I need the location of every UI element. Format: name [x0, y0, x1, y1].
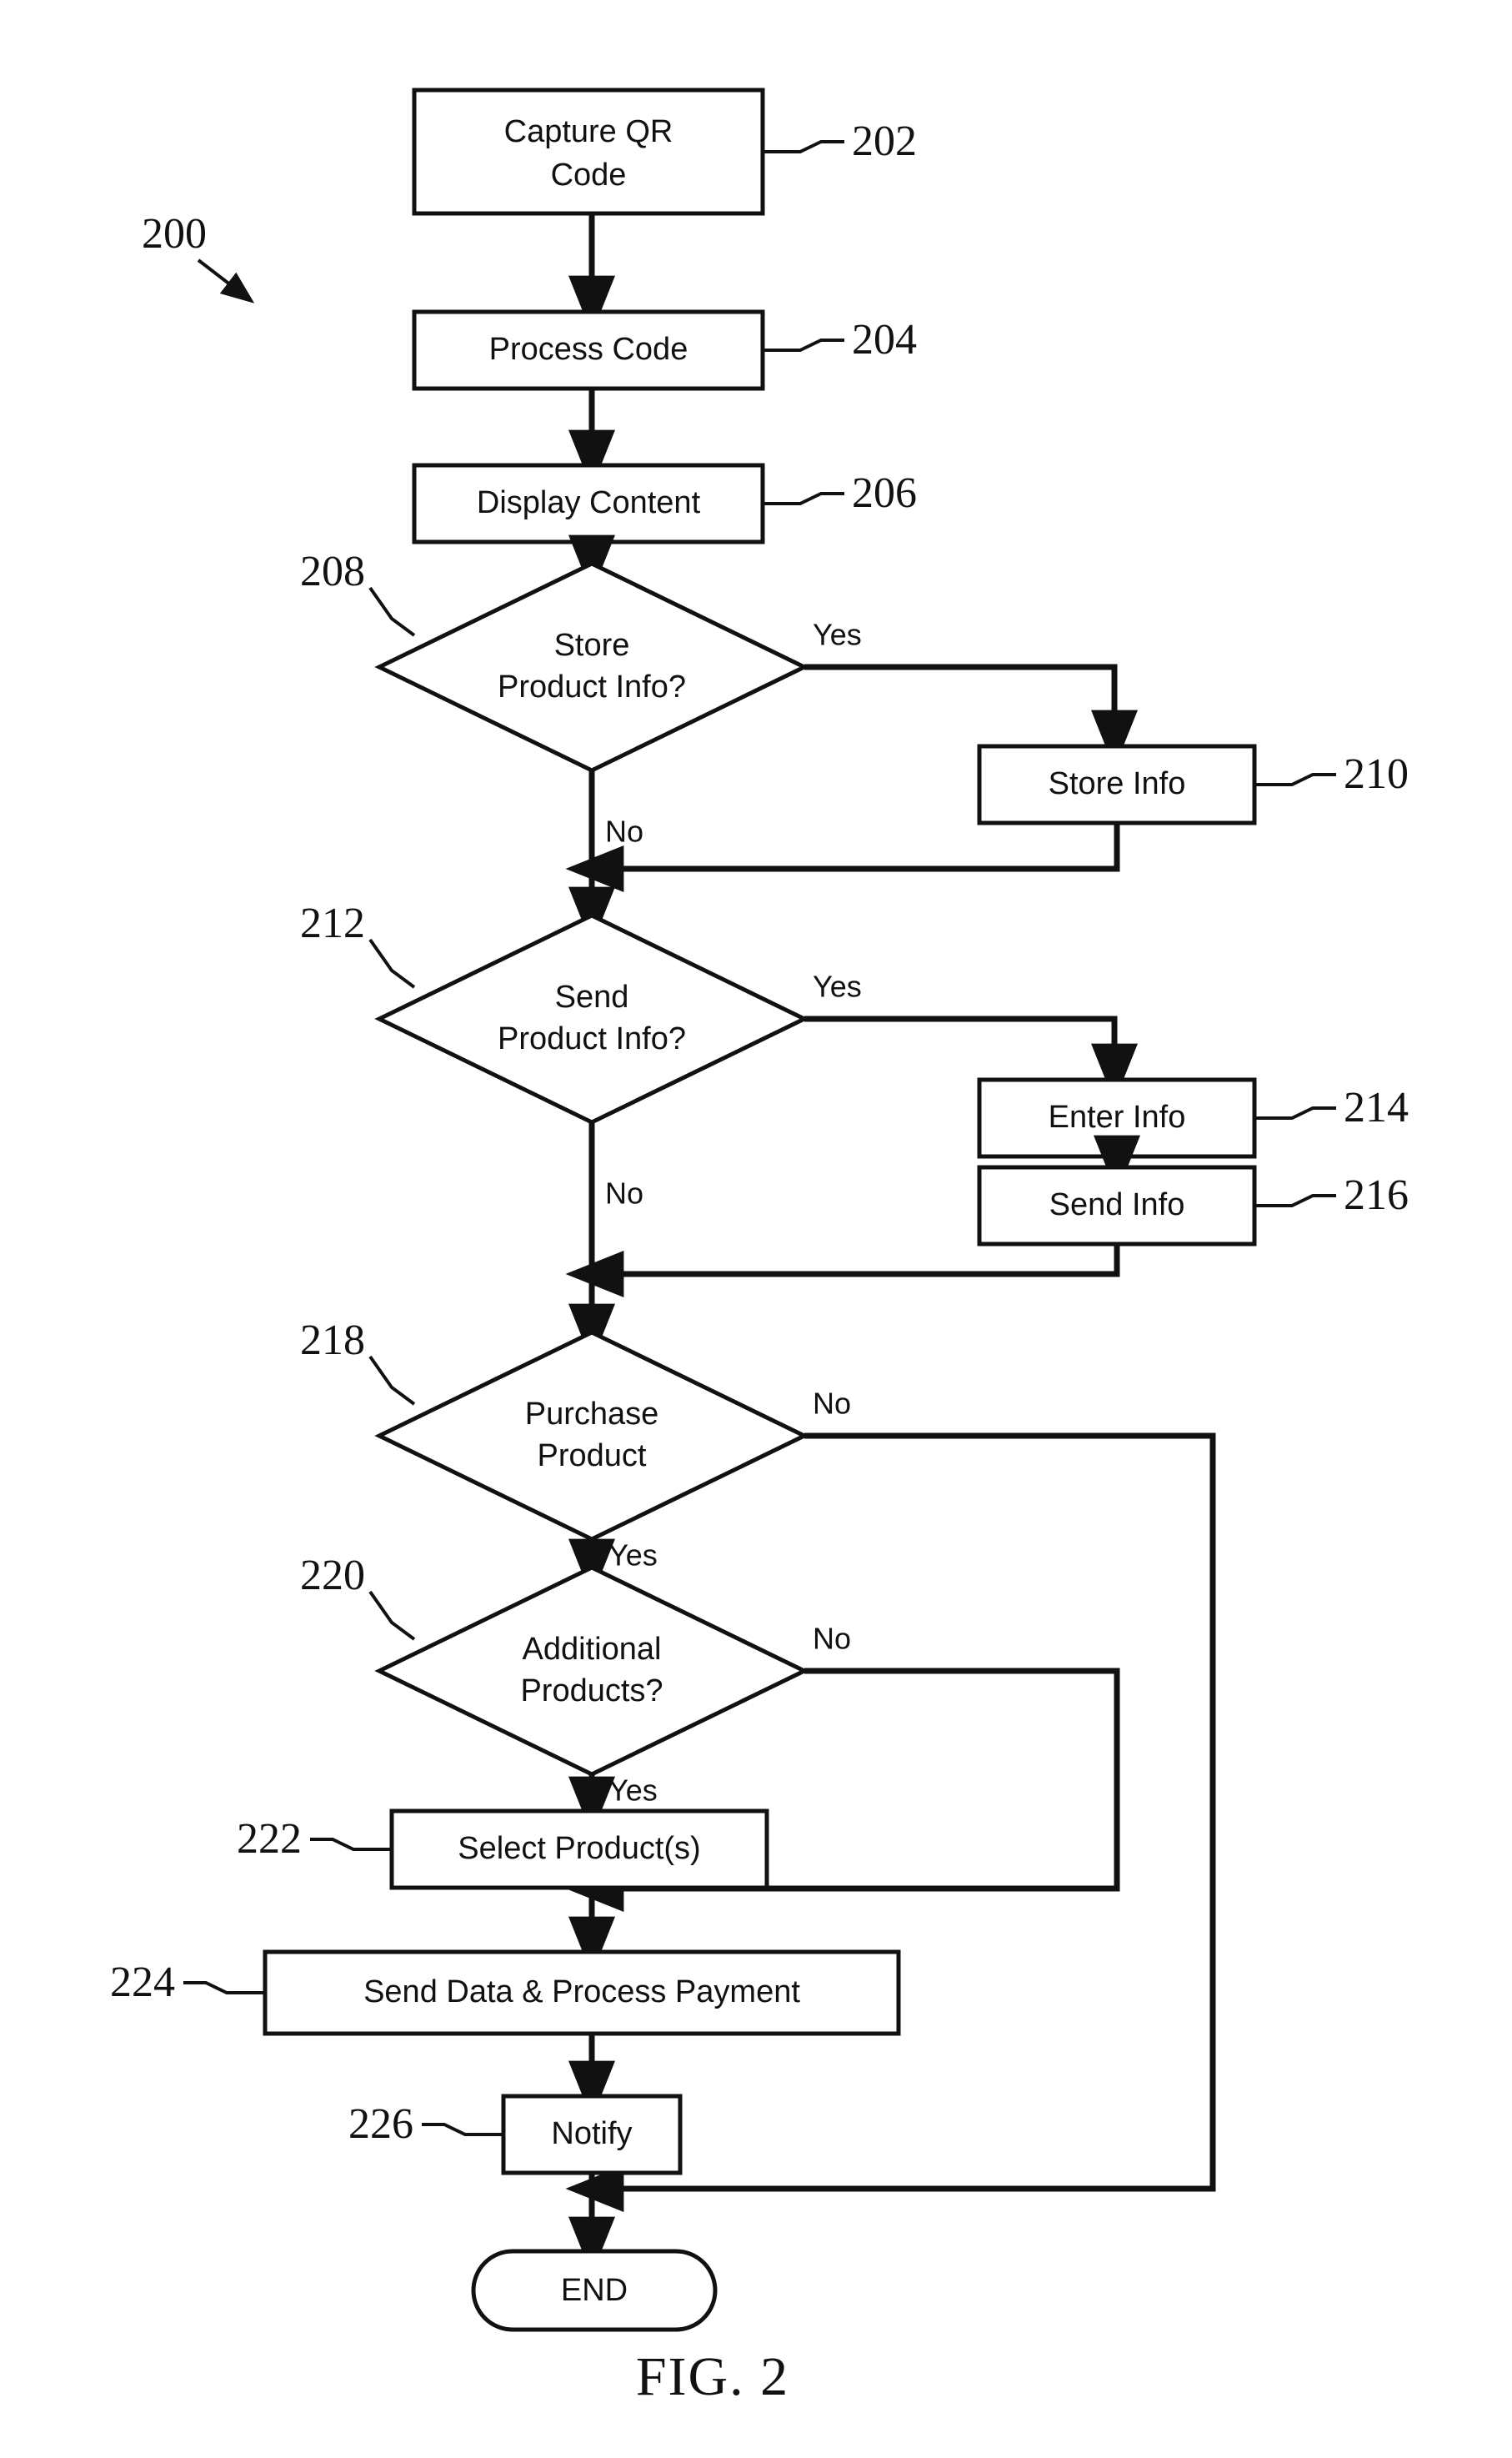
node-end: END	[471, 2249, 718, 2332]
node-208-label-line2: Product Info?	[498, 670, 686, 705]
node-214-leader	[1256, 1106, 1336, 1120]
node-216-leader	[1256, 1194, 1336, 1207]
node-220: Additional Products? 220	[300, 1552, 809, 1777]
node-206: Display Content 206	[412, 463, 917, 544]
node-212-leader	[368, 938, 416, 989]
edge-218-no: No	[565, 1387, 1216, 2212]
node-202-label-line2: Code	[551, 158, 627, 193]
node-226-ref: 226	[348, 2100, 413, 2148]
node-220-label-line2: Products?	[520, 1673, 663, 1708]
node-208-ref: 208	[300, 548, 365, 595]
node-212: Send Product Info? 212	[300, 900, 809, 1125]
node-204: Process Code 204	[412, 309, 917, 391]
branch-label-212-yes: Yes	[813, 970, 862, 1004]
node-222-label: Select Product(s)	[458, 1831, 700, 1866]
edge-210-join	[565, 823, 1120, 892]
node-204-leader	[764, 339, 844, 352]
node-212-diamond	[374, 913, 809, 1125]
diagram-ref-200-pointer	[197, 258, 255, 303]
node-222: Select Product(s) 222	[237, 1808, 769, 1890]
node-206-ref: 206	[852, 469, 917, 517]
edge-218-yes: Yes	[568, 1538, 658, 1598]
node-210-leader	[1256, 773, 1336, 786]
node-202-label-line1: Capture QR	[504, 114, 673, 149]
node-210-label: Store Info	[1049, 766, 1186, 801]
edge-208-no: No	[588, 770, 643, 869]
node-202: Capture QR Code 202	[412, 88, 917, 216]
branch-label-218-no: No	[813, 1387, 851, 1421]
node-end-label: END	[561, 2273, 628, 2308]
node-214-label: Enter Info	[1049, 1100, 1186, 1135]
node-212-label-line1: Send	[555, 980, 629, 1015]
edge-216-join	[565, 1244, 1120, 1297]
node-220-diamond	[374, 1565, 809, 1777]
node-224: Send Data & Process Payment 224	[110, 1949, 901, 2036]
node-202-leader	[764, 140, 844, 153]
node-216-ref: 216	[1344, 1171, 1409, 1219]
node-210: Store Info 210	[977, 744, 1409, 825]
edge-208-yes: Yes	[804, 618, 1138, 769]
node-208-leader	[368, 586, 416, 637]
node-226-label: Notify	[551, 2116, 632, 2151]
node-212-ref: 212	[300, 900, 365, 947]
node-214: Enter Info 214	[977, 1077, 1409, 1159]
node-218-leader	[368, 1355, 416, 1406]
branch-label-220-yes: Yes	[608, 1773, 658, 1808]
node-218-label-line2: Product	[538, 1438, 647, 1473]
node-220-label-line1: Additional	[523, 1632, 662, 1667]
node-204-label: Process Code	[489, 332, 688, 367]
node-220-leader	[368, 1590, 416, 1641]
node-208-diamond	[374, 561, 809, 773]
node-214-ref: 214	[1344, 1084, 1409, 1131]
node-226-leader	[422, 2123, 502, 2136]
node-204-ref: 204	[852, 316, 917, 364]
node-202-box	[412, 88, 765, 216]
node-208: Store Product Info? 208	[300, 548, 809, 773]
node-206-leader	[764, 492, 844, 505]
branch-label-212-no: No	[605, 1176, 643, 1211]
node-212-label-line2: Product Info?	[498, 1021, 686, 1056]
node-226: Notify 226	[348, 2094, 683, 2175]
node-216: Send Info 216	[977, 1165, 1409, 1247]
node-206-label: Display Content	[477, 485, 701, 520]
branch-label-208-yes: Yes	[813, 618, 862, 652]
branch-label-208-no: No	[605, 815, 643, 849]
branch-label-220-no: No	[813, 1622, 851, 1656]
node-218-diamond	[374, 1330, 809, 1542]
edge-212-yes: Yes	[804, 970, 1138, 1102]
node-222-ref: 222	[237, 1815, 302, 1863]
node-202-ref: 202	[852, 118, 917, 165]
edge-220-yes: Yes	[568, 1773, 658, 1835]
branch-label-218-yes: Yes	[608, 1538, 658, 1573]
node-222-leader	[310, 1838, 390, 1851]
diagram-ref-200: 200	[142, 210, 255, 303]
node-224-leader	[183, 1981, 263, 1994]
figure-caption: FIG. 2	[636, 2346, 789, 2407]
edge-212-no: No	[588, 1122, 643, 1274]
node-224-ref: 224	[110, 1959, 175, 2006]
node-216-label: Send Info	[1049, 1187, 1185, 1222]
node-208-label-line1: Store	[554, 628, 630, 663]
flowchart-canvas: 200 Capture QR Code 202 Process Code 204…	[110, 88, 1409, 2407]
node-210-ref: 210	[1344, 750, 1409, 798]
patent-figure: 200 Capture QR Code 202 Process Code 204…	[0, 0, 1512, 2458]
node-220-ref: 220	[300, 1552, 365, 1599]
node-218: Purchase Product 218	[300, 1317, 809, 1542]
diagram-ref-200-label: 200	[142, 210, 207, 258]
node-218-ref: 218	[300, 1317, 365, 1364]
node-218-label-line1: Purchase	[525, 1397, 659, 1432]
node-224-label: Send Data & Process Payment	[363, 1974, 800, 2009]
